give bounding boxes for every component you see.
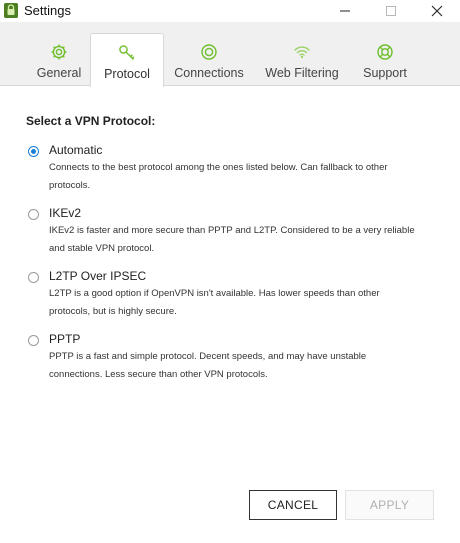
close-button[interactable] xyxy=(414,0,460,22)
gear-icon xyxy=(50,43,68,61)
title-bar: Settings xyxy=(0,0,460,22)
tab-support-label: Support xyxy=(363,66,407,80)
option-description: IKEv2 is faster and more secure than PPT… xyxy=(49,225,415,254)
tab-general[interactable]: General xyxy=(31,33,87,85)
radio-automatic[interactable] xyxy=(28,146,39,157)
maximize-button[interactable] xyxy=(368,0,414,22)
tab-web-filtering-label: Web Filtering xyxy=(265,66,339,80)
power-icon xyxy=(200,43,218,61)
section-title: Select a VPN Protocol: xyxy=(26,114,156,128)
key-icon xyxy=(118,44,136,62)
tab-bar: General Protocol Connections Web Filteri… xyxy=(0,22,460,87)
option-description: PPTP is a fast and simple protocol. Dece… xyxy=(49,351,367,380)
minimize-button[interactable] xyxy=(322,0,368,22)
option-label: L2TP Over IPSEC xyxy=(49,269,147,283)
wifi-icon xyxy=(293,43,311,61)
option-description: Connects to the best protocol among the … xyxy=(49,162,388,191)
radio-ikev2[interactable] xyxy=(28,209,39,220)
tab-general-label: General xyxy=(36,66,82,80)
option-label: PPTP xyxy=(49,332,81,346)
tab-connections[interactable]: Connections xyxy=(173,33,245,85)
tab-protocol-label: Protocol xyxy=(104,67,150,81)
tab-support[interactable]: Support xyxy=(356,33,414,85)
tab-web-filtering[interactable]: Web Filtering xyxy=(263,33,341,85)
option-label: IKEv2 xyxy=(49,206,82,220)
option-label: Automatic xyxy=(49,143,103,157)
apply-button[interactable]: APPLY xyxy=(345,490,434,520)
option-description: L2TP is a good option if OpenVPN isn't a… xyxy=(49,288,380,317)
tab-connections-label: Connections xyxy=(174,66,244,80)
tab-protocol[interactable]: Protocol xyxy=(90,33,164,87)
radio-pptp[interactable] xyxy=(28,335,39,346)
lifebuoy-icon xyxy=(376,43,394,61)
radio-l2tp[interactable] xyxy=(28,272,39,283)
app-lock-icon xyxy=(4,3,18,18)
cancel-button[interactable]: CANCEL xyxy=(249,490,337,520)
window-title: Settings xyxy=(24,3,71,18)
